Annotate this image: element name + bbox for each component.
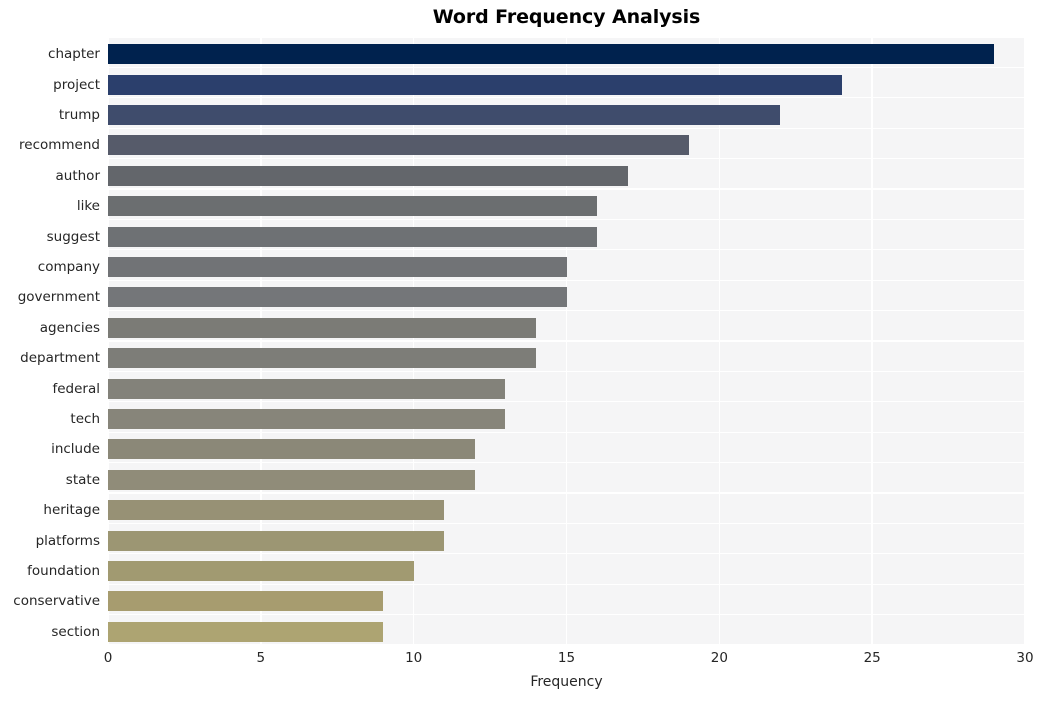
y-tick-label-agencies: agencies	[39, 319, 100, 336]
y-tick-label-platforms: platforms	[35, 532, 100, 549]
x-tick-label-0: 0	[103, 650, 113, 666]
bar-suggest	[108, 226, 598, 247]
gridline-y-16	[108, 522, 1025, 525]
x-axis-label: Frequency	[530, 674, 603, 690]
y-tick-label-trump: trump	[58, 107, 100, 123]
gridline-y-6	[108, 218, 1025, 221]
y-tick-label-chapter: chapter	[48, 46, 100, 63]
gridline-y-19	[108, 613, 1025, 616]
y-tick-label-conservative: conservative	[13, 593, 100, 610]
gridline-y-3	[108, 127, 1025, 129]
gridline-y-20	[108, 644, 1025, 645]
bar-foundation	[108, 561, 414, 581]
gridline-y-8	[108, 279, 1025, 281]
bar-project	[108, 74, 842, 95]
y-tick-label-government: government	[17, 289, 100, 306]
bar-state	[108, 469, 475, 490]
gridline-y-2	[108, 97, 1025, 99]
gridline-y-7	[108, 249, 1025, 251]
bar-chapter	[108, 44, 995, 65]
gridline-y-10	[108, 340, 1025, 342]
bar-company	[108, 257, 567, 277]
bar-include	[108, 439, 475, 460]
y-tick-label-heritage: heritage	[43, 502, 100, 519]
x-tick-label-10: 10	[405, 650, 423, 666]
y-tick-label-recommend: recommend	[19, 137, 100, 154]
bar-heritage	[108, 500, 445, 521]
gridline-y-4	[108, 157, 1025, 160]
gridline-y-0	[108, 37, 1025, 38]
gridline-y-12	[108, 401, 1025, 403]
bar-agencies	[108, 317, 536, 338]
x-tick-label-15: 15	[557, 650, 576, 666]
y-tick-label-author: author	[55, 167, 101, 184]
x-tick-label-30: 30	[1016, 650, 1034, 666]
y-tick-label-company: company	[37, 259, 100, 275]
y-tick-label-section: section	[51, 623, 100, 640]
plot-area	[108, 37, 1025, 645]
x-tick-label-20: 20	[710, 650, 728, 666]
bar-trump	[108, 105, 781, 125]
gridline-y-15	[108, 492, 1025, 494]
chart-title: Word Frequency Analysis	[432, 6, 701, 28]
bar-recommend	[108, 135, 689, 156]
y-tick-label-federal: federal	[52, 380, 100, 397]
bar-federal	[108, 378, 506, 399]
bar-tech	[108, 409, 506, 429]
bar-section	[108, 621, 384, 642]
gridline-y-13	[108, 431, 1025, 433]
gridline-y-14	[108, 461, 1025, 464]
y-tick-label-department: department	[20, 350, 100, 367]
bar-government	[108, 287, 567, 308]
gridline-y-17	[108, 553, 1025, 555]
x-tick-label-5: 5	[256, 650, 266, 666]
gridline-y-18	[108, 583, 1025, 585]
gridline-y-5	[108, 188, 1025, 190]
y-tick-label-tech: tech	[70, 411, 100, 427]
y-tick-label-include: include	[51, 441, 100, 458]
gridline-y-11	[108, 370, 1025, 373]
chart-figure: Word Frequency Analysis chapter project tr…	[0, 0, 1048, 701]
y-tick-label-foundation: foundation	[27, 563, 100, 579]
bar-department	[108, 348, 536, 369]
x-tick-label-25: 25	[863, 650, 881, 666]
y-tick-label-like: like	[76, 198, 100, 215]
bar-conservative	[108, 591, 384, 612]
bar-like	[108, 196, 598, 217]
y-tick-label-suggest: suggest	[46, 228, 100, 245]
bar-platforms	[108, 530, 445, 551]
gridline-y-9	[108, 309, 1025, 312]
bar-author	[108, 165, 628, 186]
y-tick-label-state: state	[65, 471, 100, 488]
y-tick-label-project: project	[53, 76, 100, 93]
gridline-y-1	[108, 66, 1025, 69]
